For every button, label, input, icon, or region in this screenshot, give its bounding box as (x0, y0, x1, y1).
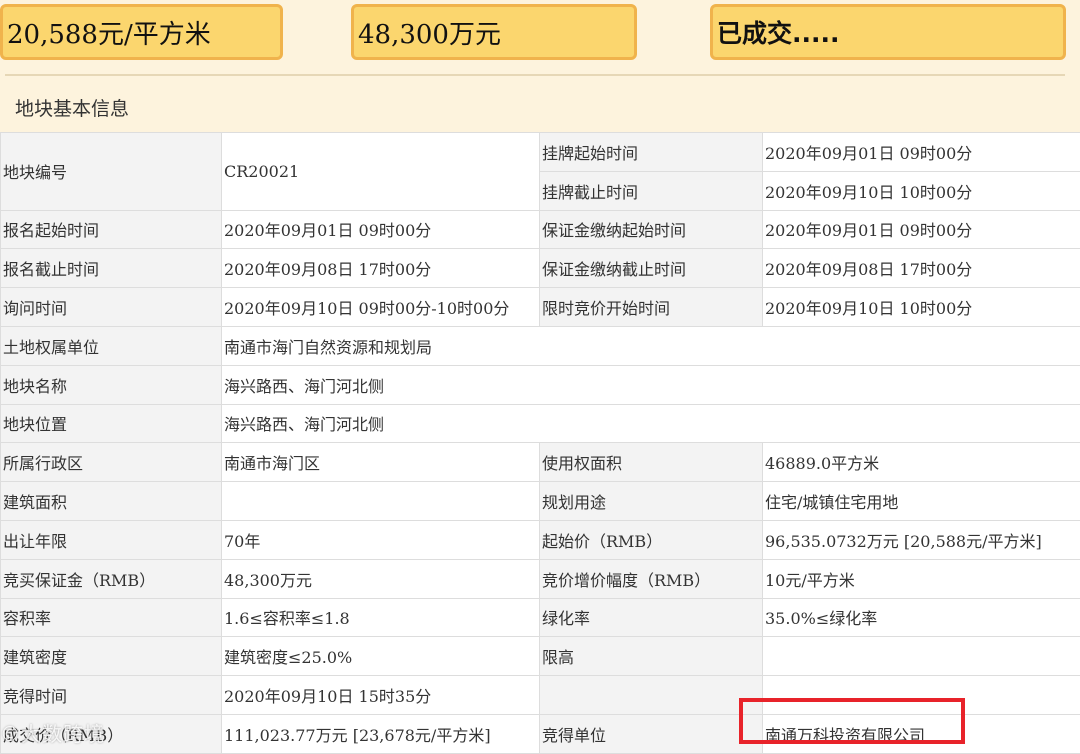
status-box: 已成交..... (710, 4, 1066, 60)
cell-value: 2020年09月08日 17时00分 (222, 249, 540, 288)
listing-end-value: 2020年09月10日 10时00分 (763, 171, 1080, 210)
cell-value: 1.6≤容积率≤1.8 (222, 598, 540, 637)
cell-label: 竞得单位 (540, 714, 763, 753)
total-price: 48,300万元 (358, 14, 501, 51)
listing-start-value: 2020年09月01日 09时00分 (763, 133, 1080, 172)
cell-value (222, 482, 540, 521)
table-row: 所属行政区 南通市海门区 使用权面积 46889.0平方米 (1, 443, 1080, 482)
table-row: 出让年限 70年 起始价（RMB） 96,535.0732万元 [20,588元… (1, 520, 1080, 559)
cell-value: 48,300万元 (222, 559, 540, 598)
cell-label: 报名起始时间 (1, 210, 222, 249)
cell-value: 96,535.0732万元 [20,588元/平方米] (763, 520, 1080, 559)
cell-value: 海兴路西、海门河北侧 (222, 404, 1080, 443)
cell-label: 限高 (540, 637, 763, 676)
cell-value: 住宅/城镇住宅用地 (763, 482, 1080, 521)
cell-label: 竞价增价幅度（RMB） (540, 559, 763, 598)
cell-label: 建筑面积 (1, 482, 222, 521)
cell-label: 容积率 (1, 598, 222, 637)
cell-label: 限时竞价开始时间 (540, 288, 763, 327)
watermark: ©大数跨境 (0, 718, 105, 747)
table-row: 容积率 1.6≤容积率≤1.8 绿化率 35.0%≤绿化率 (1, 598, 1080, 637)
cell-value: 46889.0平方米 (763, 443, 1080, 482)
cell-value: 南通市海门自然资源和规划局 (222, 326, 1080, 365)
section-title: 地块基本信息 (15, 94, 129, 121)
divider (5, 74, 1065, 76)
listing-start-label: 挂牌起始时间 (540, 133, 763, 172)
cell-value: 111,023.77万元 [23,678元/平方米] (222, 714, 540, 753)
cell-value: 2020年09月08日 17时00分 (763, 249, 1080, 288)
table-row: 地块名称 海兴路西、海门河北侧 (1, 365, 1080, 404)
table-row: 地块编号 CR20021 挂牌起始时间 2020年09月01日 09时00分 (1, 133, 1080, 172)
cell-label: 报名截止时间 (1, 249, 222, 288)
listing-end-label: 挂牌截止时间 (540, 171, 763, 210)
cell-value: 35.0%≤绿化率 (763, 598, 1080, 637)
cell-label (540, 676, 763, 715)
parcel-no-label: 地块编号 (1, 133, 222, 211)
unit-price-box: 20,588元/平方米 (0, 4, 283, 60)
table-row: 报名起始时间 2020年09月01日 09时00分 保证金缴纳起始时间 2020… (1, 210, 1080, 249)
cell-value: 海兴路西、海门河北侧 (222, 365, 1080, 404)
table-row: 报名截止时间 2020年09月08日 17时00分 保证金缴纳截止时间 2020… (1, 249, 1080, 288)
cell-label: 起始价（RMB） (540, 520, 763, 559)
parcel-no-value: CR20021 (222, 133, 540, 211)
table-row: 土地权属单位 南通市海门自然资源和规划局 (1, 326, 1080, 365)
status-text: 已成交..... (717, 14, 840, 50)
cell-value: 南通市海门区 (222, 443, 540, 482)
table-row: 地块位置 海兴路西、海门河北侧 (1, 404, 1080, 443)
table-row: 竞买保证金（RMB） 48,300万元 竞价增价幅度（RMB） 10元/平方米 (1, 559, 1080, 598)
cell-label: 规划用途 (540, 482, 763, 521)
cell-label: 竞买保证金（RMB） (1, 559, 222, 598)
cell-value: 2020年09月10日 09时00分-10时00分 (222, 288, 540, 327)
cell-label: 出让年限 (1, 520, 222, 559)
total-price-box: 48,300万元 (351, 4, 637, 60)
cell-value: 10元/平方米 (763, 559, 1080, 598)
cell-value: 2020年09月01日 09时00分 (222, 210, 540, 249)
cell-value: 建筑密度≤25.0% (222, 637, 540, 676)
summary-bar: 20,588元/平方米 48,300万元 已成交..... (0, 0, 1080, 78)
cell-label: 地块名称 (1, 365, 222, 404)
table-row: 询问时间 2020年09月10日 09时00分-10时00分 限时竞价开始时间 … (1, 288, 1080, 327)
parcel-info-table: 地块编号 CR20021 挂牌起始时间 2020年09月01日 09时00分 挂… (0, 132, 1080, 754)
cell-value: 2020年09月10日 10时00分 (763, 288, 1080, 327)
unit-price: 20,588元/平方米 (7, 14, 211, 51)
cell-label: 绿化率 (540, 598, 763, 637)
cell-label: 竞得时间 (1, 676, 222, 715)
cell-label: 询问时间 (1, 288, 222, 327)
cell-value: 2020年09月01日 09时00分 (763, 210, 1080, 249)
cell-label: 使用权面积 (540, 443, 763, 482)
table-row: 建筑面积 规划用途 住宅/城镇住宅用地 (1, 482, 1080, 521)
cell-value: 70年 (222, 520, 540, 559)
cell-value (763, 637, 1080, 676)
cell-label: 地块位置 (1, 404, 222, 443)
cell-label: 保证金缴纳截止时间 (540, 249, 763, 288)
cell-value: 2020年09月10日 15时35分 (222, 676, 540, 715)
table-row: 建筑密度 建筑密度≤25.0% 限高 (1, 637, 1080, 676)
cell-label: 建筑密度 (1, 637, 222, 676)
cell-label: 所属行政区 (1, 443, 222, 482)
cell-label: 保证金缴纳起始时间 (540, 210, 763, 249)
winning-bidder-highlight (739, 698, 965, 744)
cell-label: 土地权属单位 (1, 326, 222, 365)
